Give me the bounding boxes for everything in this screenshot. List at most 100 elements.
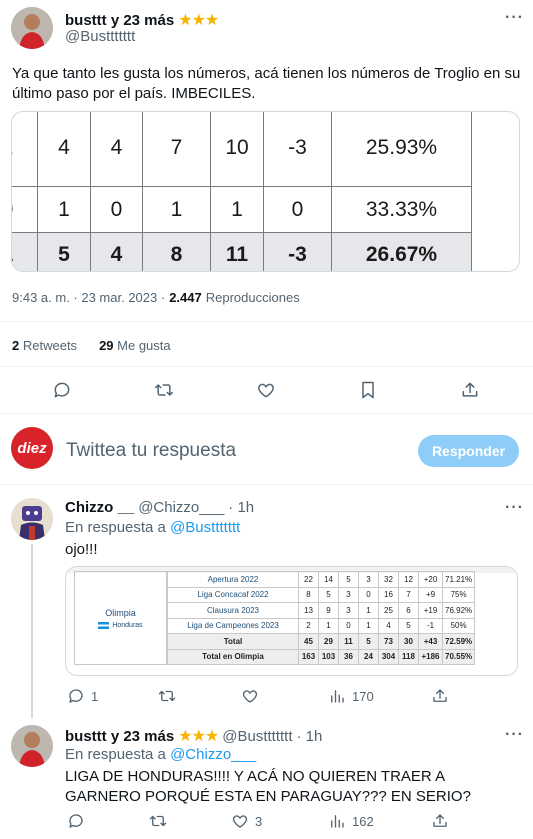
like-button[interactable]	[241, 687, 259, 705]
tweet-image[interactable]: 1 4 4 7 10 -3 25.93% 0 1 0 1 1 0 33.33% …	[11, 111, 520, 272]
stat-cell: 16	[378, 586, 399, 603]
more-options-icon[interactable]: ···	[505, 499, 524, 517]
stat-cell: 0	[338, 617, 359, 634]
views-button[interactable]: 170	[328, 687, 374, 705]
retweet-button[interactable]	[149, 812, 167, 830]
share-button[interactable]	[431, 687, 449, 705]
star-icons: ★★★	[178, 12, 219, 29]
bookmark-button[interactable]	[358, 380, 378, 400]
author-handle[interactable]: @Busttttttt	[65, 28, 135, 45]
retweet-button[interactable]	[158, 687, 176, 705]
stat-cell: 5	[398, 617, 419, 634]
stat-cell: 24	[358, 648, 379, 665]
star-icons: ★★★	[178, 728, 219, 745]
stats-cell: -3	[263, 112, 332, 187]
stat-cell: -1	[418, 617, 443, 634]
stat-cell: 7	[398, 586, 419, 603]
olimpia-table-row: Total 45 29 11 5 73 30 +43 72.59%	[167, 633, 476, 650]
divider	[0, 321, 533, 322]
stat-cell: 1	[358, 617, 379, 634]
stat-cell: 14	[318, 571, 339, 588]
honduras-flag-icon	[98, 622, 110, 629]
heart-icon	[258, 383, 274, 398]
divider	[0, 413, 533, 414]
stats-cell: 1	[210, 186, 264, 233]
in-reply-to-link[interactable]: @Chizzo___	[170, 746, 256, 763]
avatar[interactable]	[11, 498, 53, 540]
like-button[interactable]	[256, 380, 276, 400]
competition-cell: Clausura 2023	[167, 602, 299, 619]
stats-cell: 10	[210, 112, 264, 187]
reply-button[interactable]	[52, 380, 72, 400]
heart-icon	[232, 815, 248, 828]
tweet-time[interactable]: · 1h	[228, 499, 254, 516]
stat-cell: 32	[378, 571, 399, 588]
competition-cell: Liga Concacaf 2022	[167, 586, 299, 603]
stats-cell: 1	[12, 112, 38, 187]
more-options-icon[interactable]: ···	[505, 9, 524, 27]
stats-cell: 11	[210, 232, 264, 271]
olimpia-table-row: Liga Concacaf 2022 8 5 3 0 16 7 +9 75%	[167, 586, 476, 603]
reply-icon	[54, 382, 70, 398]
like-button[interactable]: 3	[231, 812, 262, 830]
reply-input[interactable]: Twittea tu respuesta	[66, 440, 236, 462]
share-icon	[433, 689, 447, 702]
stats-cell: 5	[37, 232, 91, 271]
author-name[interactable]: busttt y 23 más	[65, 12, 174, 29]
stats-cell: 26.67%	[331, 232, 472, 271]
avatar[interactable]	[11, 725, 53, 767]
likes-label: Me gusta	[117, 338, 171, 353]
stats-cell: 8	[142, 232, 211, 271]
tweet-timestamp[interactable]: 9:43 a. m. · 23 mar. 2023 ·	[12, 290, 165, 305]
share-icon	[462, 382, 478, 397]
stat-cell: 304	[378, 648, 399, 665]
stat-cell: +186	[418, 648, 443, 665]
stat-cell: 22	[298, 571, 319, 588]
reply-submit-button[interactable]: Responder	[418, 435, 519, 467]
stats-cell: 0	[12, 186, 38, 233]
views-button[interactable]: 162	[328, 812, 374, 830]
share-button[interactable]	[431, 812, 449, 830]
stat-cell: 45	[298, 633, 319, 650]
author-handle[interactable]: @Chizzo___	[138, 499, 224, 516]
stat-cell: 13	[298, 602, 319, 619]
stat-cell: +9	[418, 586, 443, 603]
share-button[interactable]	[460, 380, 480, 400]
author-handle[interactable]: @Busttttttt	[222, 728, 292, 745]
stat-cell: 30	[398, 633, 419, 650]
stat-cell: 71.21%	[441, 571, 476, 588]
olimpia-table-row: Clausura 2023 13 9 3 1 25 6 +19 76.92%	[167, 602, 476, 619]
composer-avatar[interactable]: diez	[11, 427, 53, 469]
reply-button[interactable]: 1	[67, 687, 98, 705]
likes-stat[interactable]: 29 Me gusta	[99, 338, 171, 353]
stats-cell: 25.93%	[331, 112, 472, 187]
stat-cell: 3	[358, 571, 379, 588]
views-count: 170	[352, 688, 374, 704]
likes-count: 29	[99, 338, 114, 353]
stat-cell: 3	[338, 602, 359, 619]
stat-cell: 1	[318, 617, 339, 634]
user-avatar-image	[11, 7, 53, 49]
author-name[interactable]: Chizzo __	[65, 499, 134, 516]
tweet-image[interactable]: Olimpia Honduras Apertura 2022 22 14 5 3 32 12…	[65, 566, 518, 676]
stat-cell: 1	[358, 602, 379, 619]
stat-cell: 73	[378, 633, 399, 650]
stat-cell: 0	[358, 586, 379, 603]
stat-cell: +20	[418, 571, 443, 588]
in-reply-to-link[interactable]: @Busttttttt	[170, 519, 240, 536]
stat-cell: 8	[298, 586, 319, 603]
retweet-button[interactable]	[154, 380, 174, 400]
stats-cell: 0	[263, 186, 332, 233]
stats-cell: 1	[12, 232, 38, 271]
author-name[interactable]: busttt y 23 más	[65, 728, 174, 745]
share-icon	[433, 814, 447, 827]
more-options-icon[interactable]: ···	[505, 726, 524, 744]
avatar[interactable]	[11, 7, 53, 49]
stats-table: 1 4 4 7 10 -3 25.93% 0 1 0 1 1 0 33.33% …	[12, 112, 472, 271]
tweet-time[interactable]: · 1h	[297, 728, 323, 745]
reply-button[interactable]	[67, 812, 85, 830]
reply-icon	[69, 689, 83, 703]
stat-cell: 3	[338, 586, 359, 603]
retweets-stat[interactable]: 2 Retweets	[12, 338, 77, 353]
olimpia-table-row: Total en Olimpia 163 103 36 24 304 118 +186 70.5…	[167, 648, 476, 665]
